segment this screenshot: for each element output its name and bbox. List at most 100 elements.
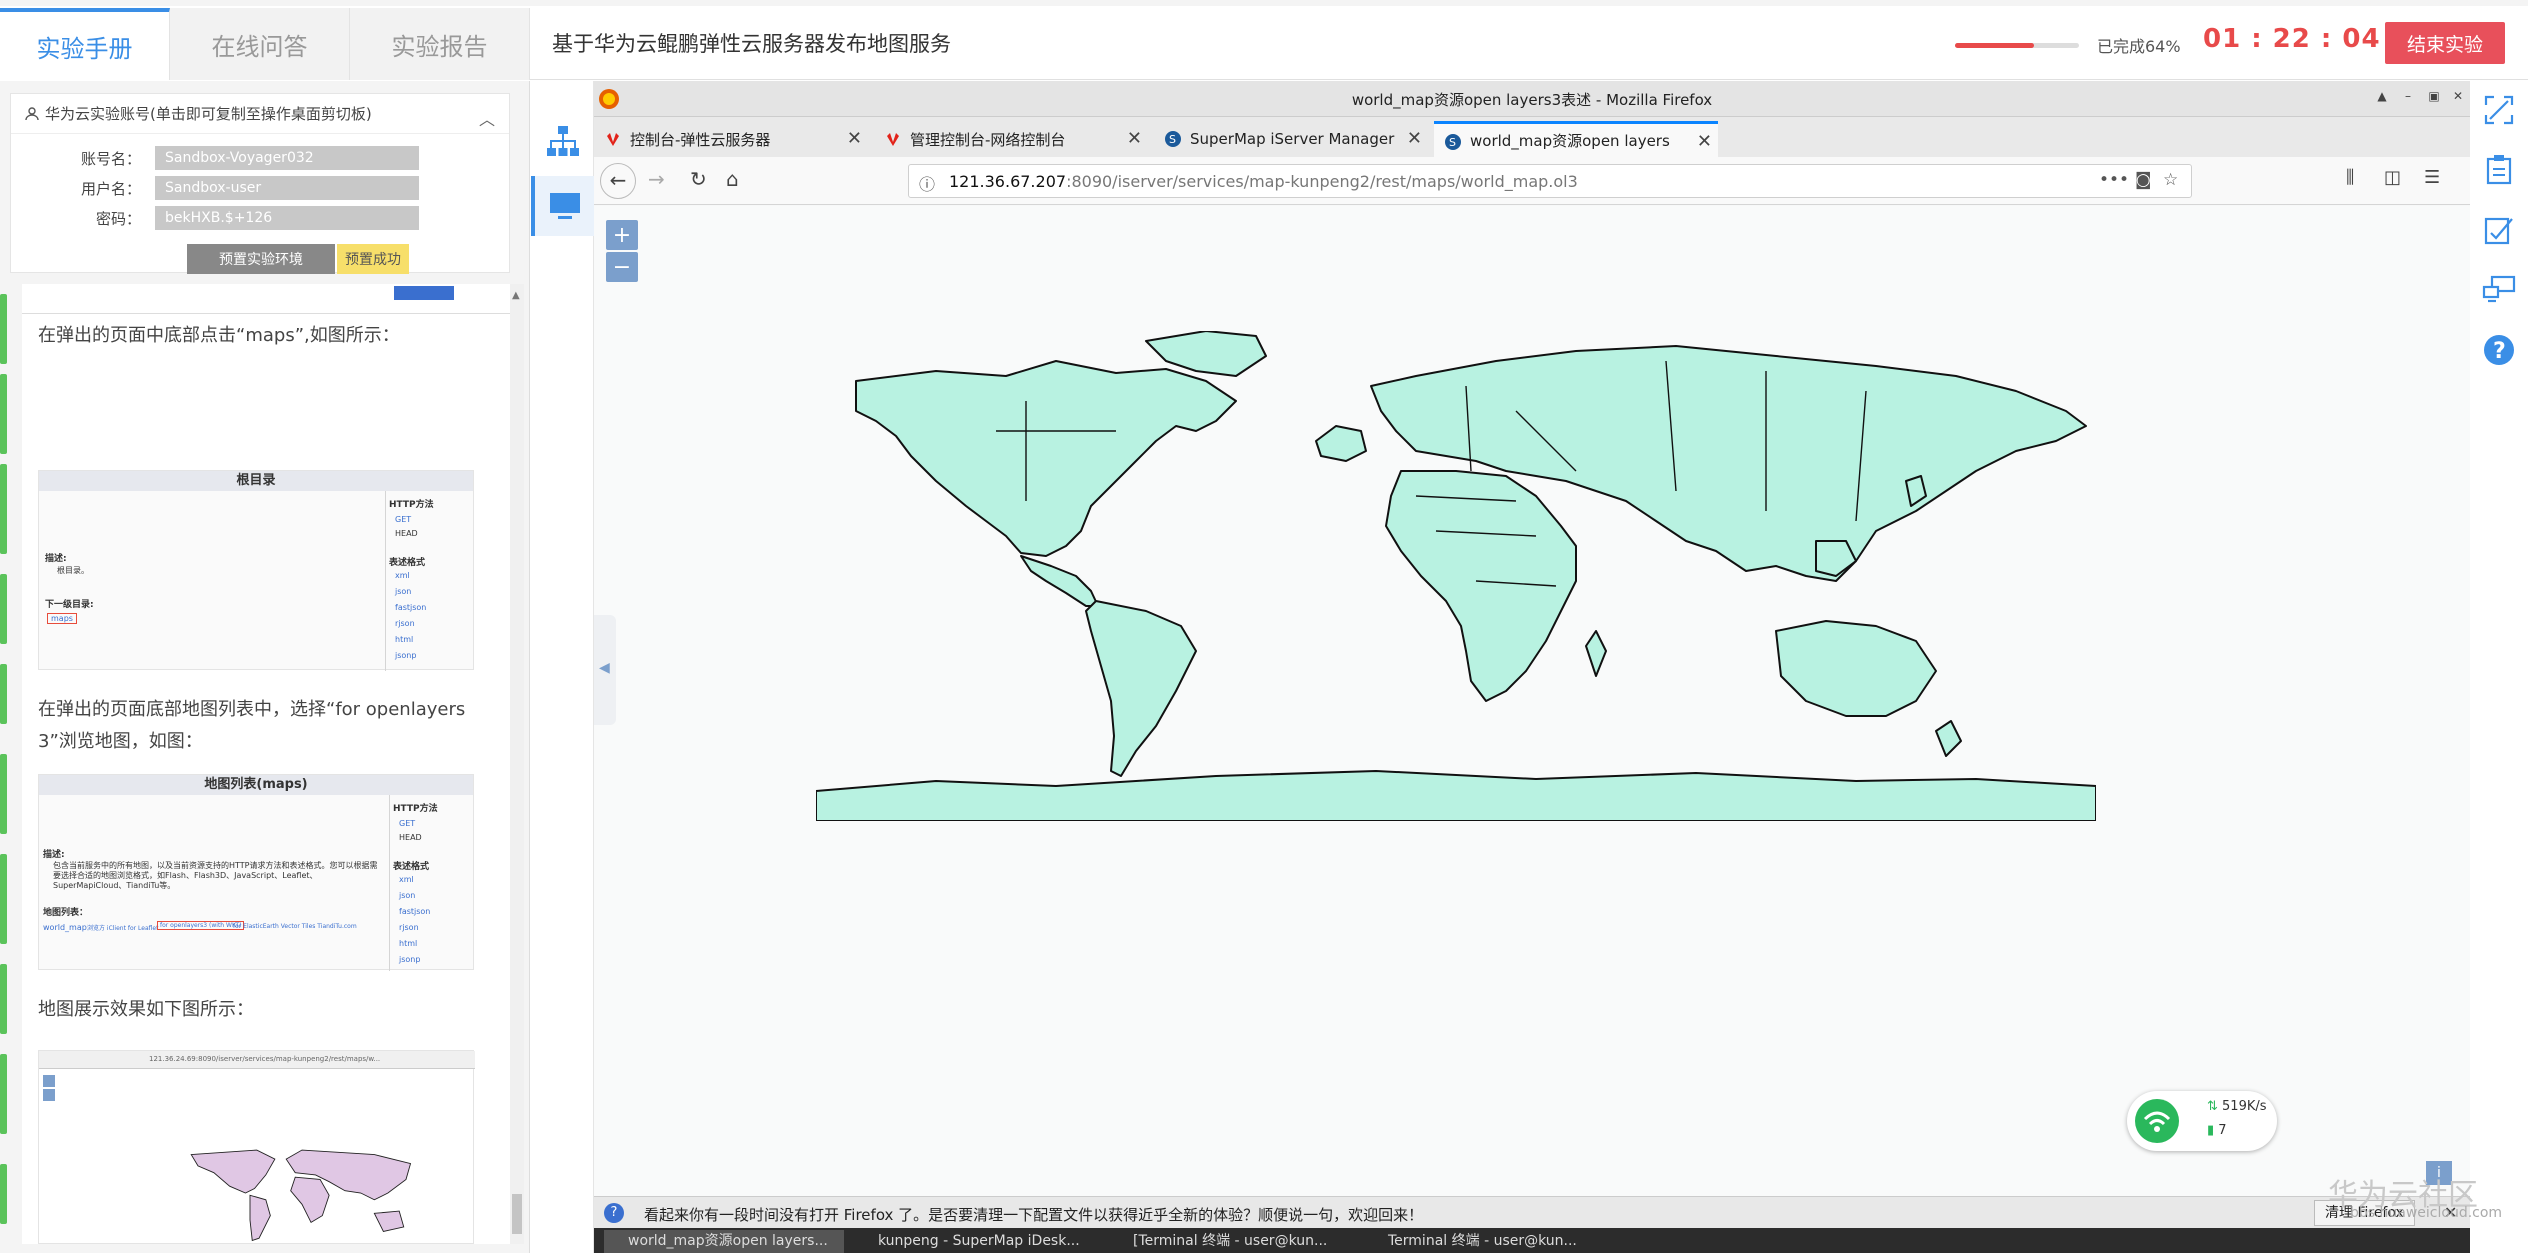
prep-status-badge: 预置成功 [337,244,409,274]
password-field[interactable]: bekHXB.$+126 [155,206,419,230]
shot-text: rjson [395,619,415,628]
svg-text:S: S [1449,136,1456,149]
window-titlebar[interactable]: world_map资源open layers3表述 - Mozilla Fire… [594,81,2470,117]
world-map[interactable] [816,331,2096,821]
sidebar-icon[interactable]: ◫ [2384,167,2401,188]
network-widget[interactable]: ⇅ 519K/s ▮ 7 [2127,1091,2277,1151]
account-row: 账号名： Sandbox-Voyager032 [31,146,511,170]
collapse-panel-handle[interactable]: ◀ [594,615,616,725]
taskbar-item[interactable]: world_map资源open layers... [604,1230,844,1253]
help-icon: ? [604,1203,624,1223]
shot-text: html [395,635,414,644]
manual-content: 在弹出的页面中底部点击“maps”,如图所示： 根目录 HTTP方法 GET H… [22,284,512,1244]
tab-close-icon[interactable]: ✕ [847,128,862,149]
monitor-icon [549,193,580,219]
username-field[interactable]: Sandbox-user [155,176,419,200]
desktop-button[interactable] [531,176,594,236]
account-header[interactable]: 华为云实验账号(单击即可复制至操作桌面剪切板) ︿ [11,94,509,134]
shot-text: xml [395,571,410,580]
network-speed: ⇅ 519K/s [2207,1099,2267,1114]
chevron-up-icon[interactable]: ︿ [479,106,495,130]
remote-desktop[interactable]: world_map资源open layers3表述 - Mozilla Fire… [594,81,2470,1253]
taskbar-item[interactable]: Terminal 终端 - user@kun... [1364,1230,1614,1253]
shot-text: fastjson [395,603,427,612]
browser-tab[interactable]: S SuperMap iServer Manager ✕ [1154,121,1428,157]
clipboard-icon[interactable] [2482,153,2516,187]
library-icon[interactable]: ⫼ [2346,167,2354,188]
manual-scrollbar[interactable]: ▲ [510,284,524,1244]
zoom-out-button[interactable]: − [606,252,638,282]
scroll-thumb[interactable] [512,1194,522,1234]
shot-text: fastjson [399,907,431,916]
prep-env-button[interactable]: 预置实验环境 [187,244,335,274]
countdown-timer: 01 : 22 : 04 [2203,24,2381,54]
shot-link: maps [47,613,77,624]
shot-label: 表述格式 [393,862,430,872]
zoom-in-button[interactable]: + [606,220,638,250]
shot-text: json [395,587,412,596]
tab-qa[interactable]: 在线问答 [170,8,350,80]
menu-icon[interactable]: ☰ [2424,167,2440,188]
svg-text:?: ? [2493,339,2506,364]
home-icon[interactable]: ⌂ [726,167,739,191]
forward-icon[interactable]: → [648,167,665,191]
huawei-icon [887,133,899,146]
pocket-icon[interactable]: ◙ [2135,170,2152,190]
step-text: 地图展示效果如下图所示： [38,999,254,1020]
topology-button[interactable] [531,111,594,171]
account-name-field[interactable]: Sandbox-Voyager032 [155,146,419,170]
browser-tab[interactable]: 控制台-弹性云服务器 ✕ [594,121,868,157]
top-bar: 实验手册 在线问答 实验报告 基于华为云鲲鹏弹性云服务器发布地图服务 已完成64… [0,0,2528,80]
info-icon[interactable]: ⓘ [919,171,935,195]
screenshot-map-result: 121.36.24.69:8090/iserver/services/map-k… [38,1050,475,1244]
shot-link: world_map [43,923,87,932]
account-heading: 华为云实验账号(单击即可复制至操作桌面剪切板) [45,105,372,123]
tab-close-icon[interactable]: ✕ [1127,128,1142,149]
tab-close-icon[interactable]: ✕ [1407,128,1422,149]
scroll-up-icon[interactable]: ▲ [512,290,520,301]
url-bar[interactable]: ⓘ 121.36.67.207:8090/iserver/services/ma… [908,164,2192,198]
shot-label: 描述: [43,850,65,860]
wifi-icon [2135,1099,2179,1143]
shot-text: json [399,891,416,900]
shot-text: xml [399,875,414,884]
remote-desktop-icon[interactable] [2482,273,2516,307]
page-actions-icon[interactable]: ••• [2099,170,2129,190]
shot-label: HTTP方法 [389,500,434,510]
shot-label: 地图列表： [43,908,89,918]
password-label: 密码： [95,210,141,228]
shot-text: 根目录。 [57,566,89,575]
report-check-icon[interactable] [2482,213,2516,247]
top-stripe [0,0,2528,6]
end-lab-button[interactable]: 结束实验 [2385,22,2505,64]
taskbar-item[interactable]: kunpeng - SuperMap iDesk... [854,1230,1104,1253]
browser-tab-active[interactable]: S world_map资源open layers3 ✕ [1434,121,1718,157]
account-card[interactable]: 华为云实验账号(单击即可复制至操作桌面剪切板) ︿ 账号名： Sandbox-V… [10,93,511,274]
account-row: 密码： bekHXB.$+126 [31,206,511,230]
shot-url: 121.36.24.69:8090/iserver/services/map-k… [149,1055,381,1063]
shot-text: rjson [399,923,419,932]
tab-label: world_map资源open layers3 [1470,132,1670,150]
account-label: 账号名： [80,150,141,168]
step-text: 在弹出的页面底部地图列表中，选择“for openlayers [38,699,466,720]
minimize-icon[interactable]: – [2396,89,2420,107]
shot-label: 描述: [45,554,67,564]
maximize-icon[interactable]: ▣ [2422,89,2446,107]
help-circle-icon[interactable]: ? [2482,333,2516,367]
window-up-icon[interactable]: ▲ [2370,89,2394,107]
back-icon[interactable]: ← [600,163,636,199]
fullscreen-icon[interactable] [2482,93,2516,127]
browser-tab[interactable]: 管理控制台-网络控制台 ✕ [874,121,1148,157]
tab-manual[interactable]: 实验手册 [0,8,170,80]
shot-text: GET [395,515,412,524]
bookmark-star-icon[interactable]: ☆ [2163,170,2178,190]
tab-report[interactable]: 实验报告 [350,8,530,80]
notification-text: 看起来你有一段时间没有打开 Firefox 了。是否要清理一下配置文件以获得近乎… [644,1206,1424,1224]
close-icon[interactable]: ✕ [2446,89,2470,107]
tab-close-icon[interactable]: ✕ [1697,131,1712,152]
previous-image-edge [22,284,512,314]
reload-icon[interactable]: ↻ [690,167,707,191]
progress-bar [1955,43,2079,48]
taskbar-item[interactable]: [Terminal 终端 - user@kun... [1109,1230,1359,1253]
map-viewport[interactable]: + − ⇅ 519K/s ▮ 7 i [594,206,2470,1196]
